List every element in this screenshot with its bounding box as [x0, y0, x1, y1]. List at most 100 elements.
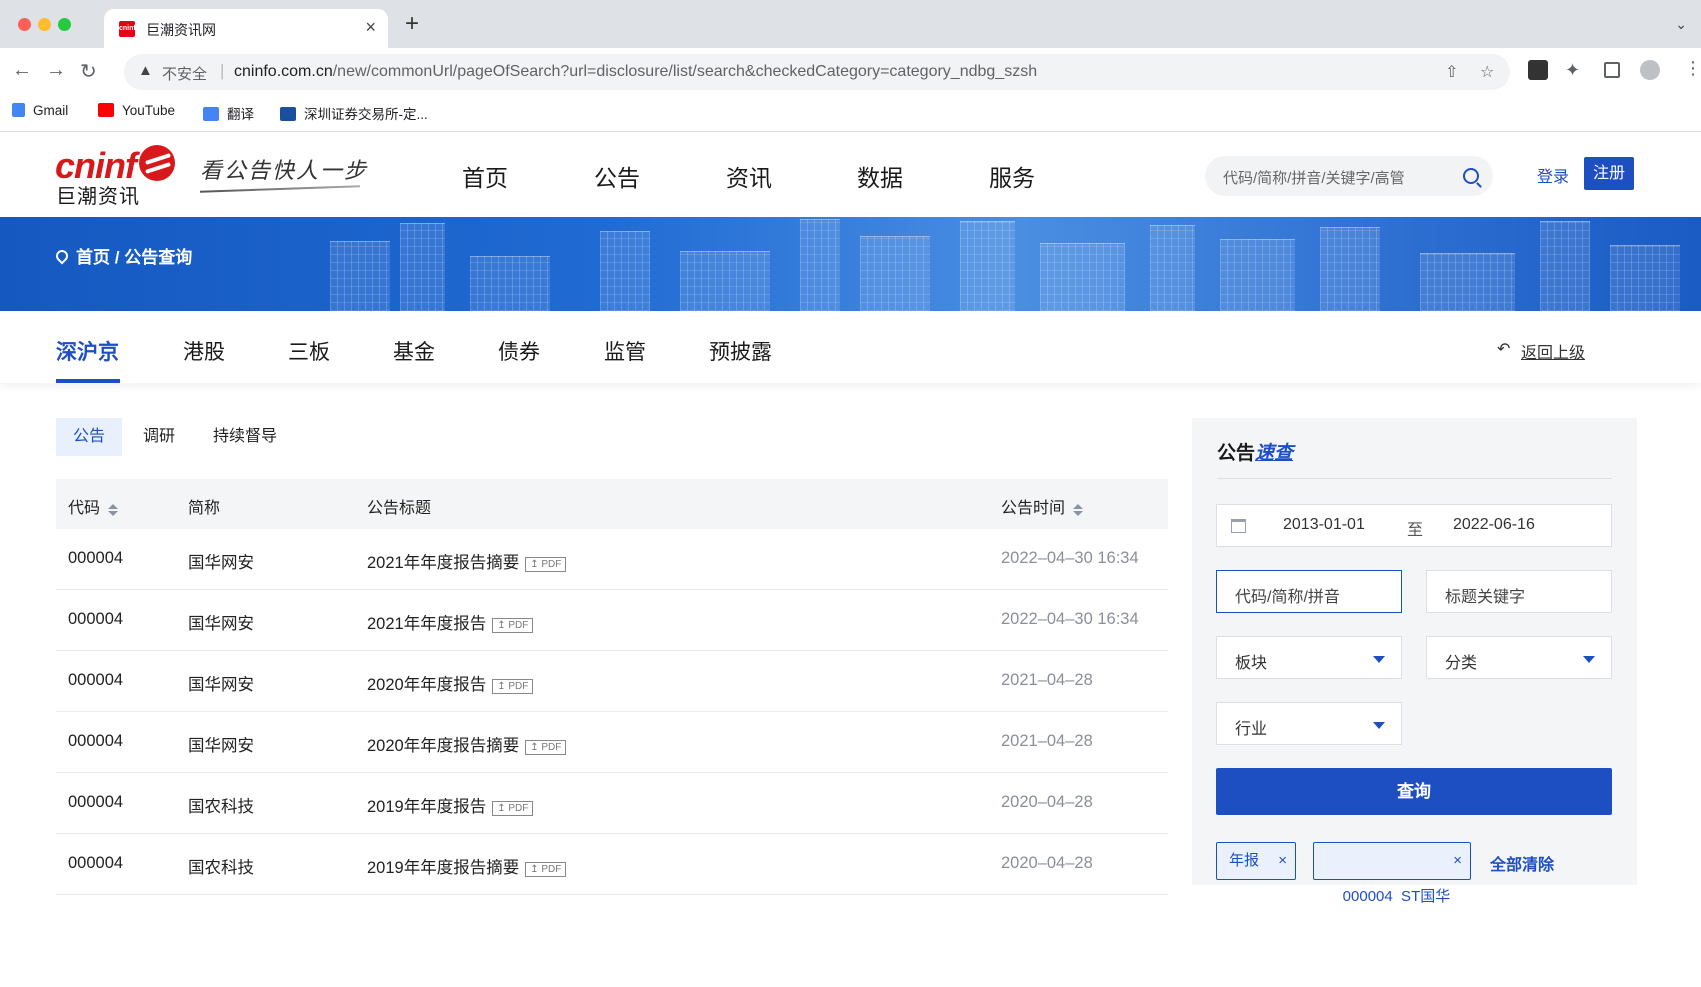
- cell-title[interactable]: 2020年年度报告摘要 ↥ PDF: [367, 732, 567, 756]
- tab-pre-disclosure[interactable]: 预披露: [709, 336, 772, 366]
- tab-bonds[interactable]: 债券: [498, 336, 540, 366]
- cell-name[interactable]: 国农科技: [188, 854, 254, 878]
- nav-home[interactable]: 首页: [462, 159, 508, 193]
- nav-news[interactable]: 资讯: [726, 159, 772, 193]
- header-search-input[interactable]: 代码/简称/拼音/关键字/高管: [1205, 156, 1493, 196]
- share-icon[interactable]: ⇧: [1445, 62, 1458, 82]
- cell-name[interactable]: 国华网安: [188, 732, 254, 756]
- chip-remove-icon[interactable]: ×: [1453, 843, 1462, 879]
- category-select[interactable]: 分类: [1426, 636, 1612, 679]
- extensions-puzzle-icon[interactable]: ✦: [1565, 60, 1585, 80]
- breadcrumb-home[interactable]: 首页: [76, 248, 110, 267]
- logo-text-cn[interactable]: 巨潮资讯: [56, 180, 140, 209]
- login-link[interactable]: 登录: [1537, 163, 1569, 187]
- pdf-label: PDF: [541, 864, 562, 875]
- nav-services[interactable]: 服务: [989, 159, 1035, 193]
- back-arrow-icon[interactable]: ←: [12, 59, 32, 82]
- breadcrumb-separator: /: [114, 248, 120, 267]
- title-keyword-placeholder: 标题关键字: [1445, 589, 1526, 606]
- title-link[interactable]: 2019年年度报告: [367, 798, 486, 816]
- date-to[interactable]: 2022-06-16: [1453, 516, 1535, 534]
- nav-data[interactable]: 数据: [857, 159, 903, 193]
- clear-all-link[interactable]: 全部清除: [1490, 851, 1554, 875]
- industry-select[interactable]: 行业: [1216, 702, 1402, 745]
- tab-regulation[interactable]: 监管: [604, 336, 646, 366]
- cell-name[interactable]: 国华网安: [188, 549, 254, 573]
- tab-neeq[interactable]: 三板: [288, 336, 330, 366]
- register-button[interactable]: 注册: [1584, 157, 1634, 190]
- browser-menu-icon[interactable]: ⋮: [1684, 58, 1701, 78]
- cell-time: 2020–04–28: [1001, 854, 1093, 872]
- subtab-research[interactable]: 调研: [126, 418, 192, 456]
- subtab-supervision[interactable]: 持续督导: [196, 418, 294, 456]
- chip-remove-icon[interactable]: ×: [1278, 843, 1287, 879]
- tab-close-icon[interactable]: ×: [365, 17, 376, 38]
- announcement-table: 代码 简称 公告标题 公告时间 000004 国华网安 2021年年度报告摘要 ↥…: [56, 479, 1168, 895]
- browser-tab[interactable]: cninfo 巨潮资讯网 ×: [104, 9, 388, 48]
- browser-tab-bar: cninfo 巨潮资讯网 × + ⌄: [0, 0, 1701, 48]
- url-text[interactable]: cninfo.com.cn/new/commonUrl/pageOfSearch…: [234, 63, 1037, 81]
- nav-announcements[interactable]: 公告: [594, 159, 640, 193]
- sort-icon[interactable]: [1073, 504, 1084, 516]
- subtab-announcements[interactable]: 公告: [56, 418, 123, 456]
- pdf-icon: ↥ PDF: [525, 740, 567, 755]
- site-header: cninf 巨潮资讯 看公告快人一步 首页 公告 资讯 数据 服务 代码/简称/…: [0, 133, 1701, 217]
- cell-name[interactable]: 国农科技: [188, 793, 254, 817]
- tab-sh-sz-bj[interactable]: 深沪京: [56, 336, 119, 366]
- new-tab-button[interactable]: +: [405, 10, 419, 38]
- bookmark-youtube[interactable]: YouTube: [98, 103, 175, 118]
- col-code-header[interactable]: 代码: [68, 494, 119, 518]
- reload-icon[interactable]: ↻: [80, 59, 97, 84]
- tab-funds[interactable]: 基金: [393, 336, 435, 366]
- insecure-label[interactable]: 不安全: [162, 63, 207, 84]
- forward-arrow-icon[interactable]: →: [46, 59, 66, 82]
- tab-search-chevron-icon[interactable]: ⌄: [1675, 16, 1687, 33]
- profile-avatar-icon[interactable]: [1640, 60, 1660, 80]
- query-button[interactable]: 查询: [1216, 768, 1612, 815]
- title-keyword-input[interactable]: 标题关键字: [1426, 570, 1612, 613]
- title-link[interactable]: 2020年年度报告: [367, 676, 486, 694]
- cell-title[interactable]: 2019年年度报告摘要 ↥ PDF: [367, 854, 567, 878]
- cninfo-logo-icon[interactable]: [139, 145, 175, 181]
- cell-title[interactable]: 2020年年度报告 ↥ PDF: [367, 671, 534, 695]
- title-link[interactable]: 2021年年度报告摘要: [367, 554, 519, 572]
- date-from[interactable]: 2013-01-01: [1283, 516, 1365, 534]
- szse-logo-icon: [280, 107, 296, 121]
- cell-name[interactable]: 国华网安: [188, 610, 254, 634]
- cell-code: 000004: [68, 549, 124, 567]
- selenium-extension-icon[interactable]: [1528, 60, 1548, 80]
- cninfo-favicon-icon: cninfo: [119, 21, 140, 37]
- bookmark-label: Gmail: [33, 103, 69, 118]
- title-link[interactable]: 2021年年度报告: [367, 615, 486, 633]
- browser-toolbar: ← → ↻ ▲ 不安全 | cninfo.com.cn/new/commonUr…: [0, 48, 1701, 96]
- cell-title[interactable]: 2019年年度报告 ↥ PDF: [367, 793, 534, 817]
- warning-icon[interactable]: ▲: [138, 62, 153, 79]
- cell-time: 2020–04–28: [1001, 793, 1093, 811]
- pdf-label: PDF: [541, 742, 562, 753]
- sort-icon[interactable]: [108, 504, 119, 516]
- search-icon[interactable]: [1463, 168, 1479, 184]
- window-zoom-button[interactable]: [58, 18, 71, 31]
- return-arrow-icon[interactable]: ↶: [1497, 339, 1510, 359]
- window-close-button[interactable]: [18, 18, 31, 31]
- title-link[interactable]: 2020年年度报告摘要: [367, 737, 519, 755]
- cell-name[interactable]: 国华网安: [188, 671, 254, 695]
- side-panel-icon[interactable]: [1604, 62, 1620, 78]
- code-search-input[interactable]: 代码/简称/拼音: [1216, 570, 1402, 613]
- cell-title[interactable]: 2021年年度报告摘要 ↥ PDF: [367, 549, 567, 573]
- date-range-picker[interactable]: 2013-01-01 至 2022-06-16: [1216, 504, 1612, 547]
- bookmark-translate[interactable]: 翻译: [203, 103, 254, 123]
- title-link[interactable]: 2019年年度报告摘要: [367, 859, 519, 877]
- table-header: 代码 简称 公告标题 公告时间: [56, 479, 1168, 529]
- col-time-header[interactable]: 公告时间: [1001, 494, 1084, 518]
- back-link[interactable]: 返回上级: [1521, 339, 1585, 363]
- tab-hk-stocks[interactable]: 港股: [183, 336, 225, 366]
- board-select[interactable]: 板块: [1216, 636, 1402, 679]
- address-bar[interactable]: ▲ 不安全 | cninfo.com.cn/new/commonUrl/page…: [124, 54, 1510, 90]
- bookmark-szse[interactable]: 深圳证券交易所-定...: [280, 103, 428, 123]
- cell-title[interactable]: 2021年年度报告 ↥ PDF: [367, 610, 534, 634]
- bookmark-star-icon[interactable]: ☆: [1480, 62, 1494, 82]
- bookmark-gmail[interactable]: Gmail: [12, 103, 68, 118]
- window-minimize-button[interactable]: [38, 18, 51, 31]
- cell-code: 000004: [68, 793, 124, 811]
